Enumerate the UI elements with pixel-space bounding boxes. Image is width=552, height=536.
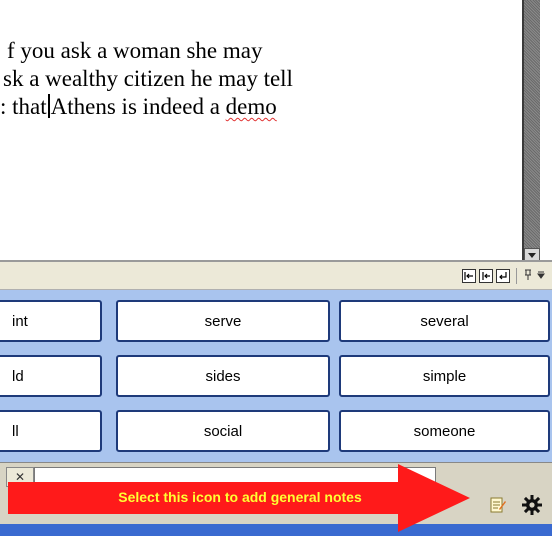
- word-button[interactable]: sides: [116, 355, 330, 397]
- callout-text: Select this icon to add general notes: [118, 489, 362, 505]
- word-button[interactable]: int: [0, 300, 102, 342]
- word-button[interactable]: social: [116, 410, 330, 452]
- scroll-down-icon: [528, 252, 536, 258]
- misspelled-word: demo: [225, 94, 277, 119]
- align-left-icon[interactable]: [462, 269, 476, 283]
- pin-icon[interactable]: [523, 269, 533, 284]
- vertical-scrollbar[interactable]: [522, 0, 540, 262]
- dropdown-icon[interactable]: [536, 270, 546, 283]
- document-line-3: : that Athens is indeed a demo: [0, 94, 277, 120]
- gear-icon[interactable]: [521, 494, 543, 516]
- word-button[interactable]: ld: [0, 355, 102, 397]
- indent-icon[interactable]: [479, 269, 493, 283]
- word-prediction-grid: int serve several ld sides simple ll soc…: [0, 290, 552, 462]
- word-button[interactable]: ll: [0, 410, 102, 452]
- return-icon[interactable]: [496, 269, 510, 283]
- word-button[interactable]: simple: [339, 355, 550, 397]
- document-line-2: sk a wealthy citizen he may tell: [3, 66, 293, 91]
- toolbar-separator: [516, 268, 517, 284]
- text-caret: [47, 94, 50, 118]
- prediction-toolbar: [0, 260, 552, 290]
- window-edge: [540, 0, 552, 262]
- document-line-3-middle: Athens is indeed a: [50, 94, 226, 119]
- document-line-3-start: : that: [0, 94, 47, 119]
- word-button[interactable]: serve: [116, 300, 330, 342]
- document-area[interactable]: f you ask a woman she may sk a wealthy c…: [0, 0, 522, 258]
- word-button[interactable]: several: [339, 300, 550, 342]
- document-line-1: f you ask a woman she may: [7, 38, 263, 63]
- word-button[interactable]: someone: [339, 410, 550, 452]
- notes-icon[interactable]: [489, 496, 507, 514]
